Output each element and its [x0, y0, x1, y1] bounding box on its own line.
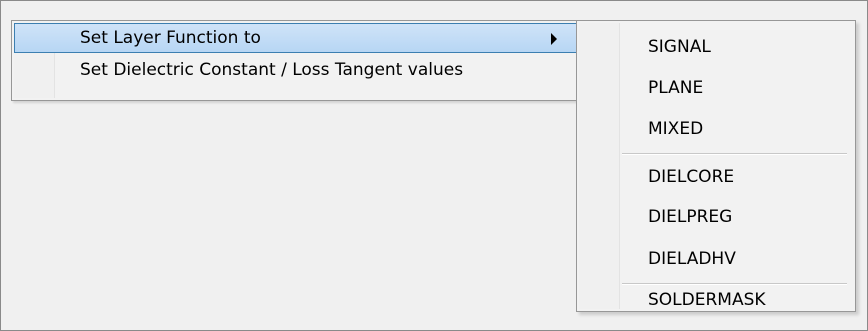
submenu-item-mixed[interactable]: MIXED: [579, 113, 853, 145]
menu-item-set-dielectric-constant[interactable]: Set Dielectric Constant / Loss Tangent v…: [14, 55, 578, 85]
menu-item-label: Set Layer Function to: [80, 28, 261, 48]
submenu-item-label: DIELPREG: [648, 207, 733, 227]
menu-item-set-layer-function[interactable]: Set Layer Function to: [14, 23, 578, 53]
submenu-arrow-icon: [551, 33, 557, 45]
submenu-item-label: SOLDERMASK: [648, 290, 766, 310]
menu-separator: [622, 153, 847, 155]
menu-item-label: Set Dielectric Constant / Loss Tangent v…: [80, 60, 464, 80]
submenu-item-label: MIXED: [648, 119, 704, 139]
submenu-item-label: SIGNAL: [648, 37, 711, 57]
submenu-item-label: DIELADHV: [648, 249, 736, 269]
layer-function-submenu: SIGNAL PLANE MIXED DIELCORE DIELPREG DIE…: [576, 20, 856, 312]
submenu-item-label: DIELCORE: [648, 167, 735, 187]
submenu-item-plane[interactable]: PLANE: [579, 72, 853, 104]
submenu-item-dielcore[interactable]: DIELCORE: [579, 161, 853, 193]
submenu-item-dielpreg[interactable]: DIELPREG: [579, 201, 853, 233]
submenu-item-soldermask[interactable]: SOLDERMASK: [579, 289, 853, 311]
submenu-item-label: PLANE: [648, 78, 704, 98]
menu-separator: [622, 283, 847, 285]
submenu-item-signal[interactable]: SIGNAL: [579, 31, 853, 63]
context-menu: Set Layer Function to Set Dielectric Con…: [11, 20, 581, 101]
submenu-item-dieladhv[interactable]: DIELADHV: [579, 243, 853, 275]
